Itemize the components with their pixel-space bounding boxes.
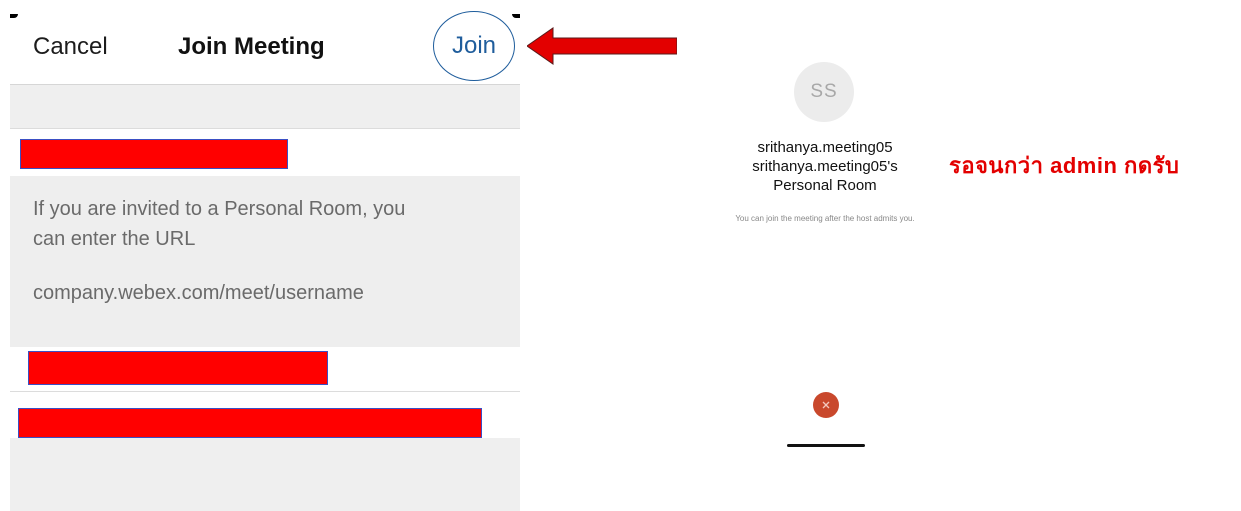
leave-button[interactable]: [813, 392, 839, 418]
join-meeting-screen: Cancel Join Meeting Join If you are invi…: [10, 11, 520, 511]
redacted-meeting-number: [20, 139, 288, 169]
email-field[interactable]: [10, 391, 520, 438]
screen-corner: [10, 14, 18, 18]
page-title: Join Meeting: [178, 33, 325, 60]
wait-message: You can join the meeting after the host …: [735, 214, 915, 223]
nav-bar: Cancel Join Meeting Join: [10, 11, 520, 85]
redacted-email: [18, 408, 482, 438]
display-name-field[interactable]: [10, 347, 520, 391]
redacted-display-name: [28, 351, 328, 385]
host-room-name: srithanya.meeting05 srithanya.meeting05'…: [700, 138, 950, 195]
avatar: SS: [794, 62, 854, 122]
host-room-line: srithanya.meeting05's: [752, 158, 898, 175]
cancel-button[interactable]: Cancel: [33, 33, 108, 61]
hint-url-example: company.webex.com/meet/username: [33, 282, 364, 304]
meeting-number-field[interactable]: [10, 128, 520, 177]
hint-text: If you are invited to a Personal Room, y…: [33, 198, 406, 250]
room-type-line: Personal Room: [773, 177, 877, 194]
join-button[interactable]: Join: [433, 11, 515, 81]
screen-corner: [512, 14, 520, 18]
screenshot-canvas: Cancel Join Meeting Join If you are invi…: [0, 0, 1241, 511]
left-arrow-icon: [527, 27, 677, 65]
personal-room-hint: If you are invited to a Personal Room, y…: [10, 176, 520, 347]
home-indicator: [787, 444, 865, 447]
close-icon: [822, 401, 830, 409]
host-name-line: srithanya.meeting05: [757, 139, 893, 156]
annotation-note: รอจนกว่า admin กดรับ: [949, 153, 1180, 178]
